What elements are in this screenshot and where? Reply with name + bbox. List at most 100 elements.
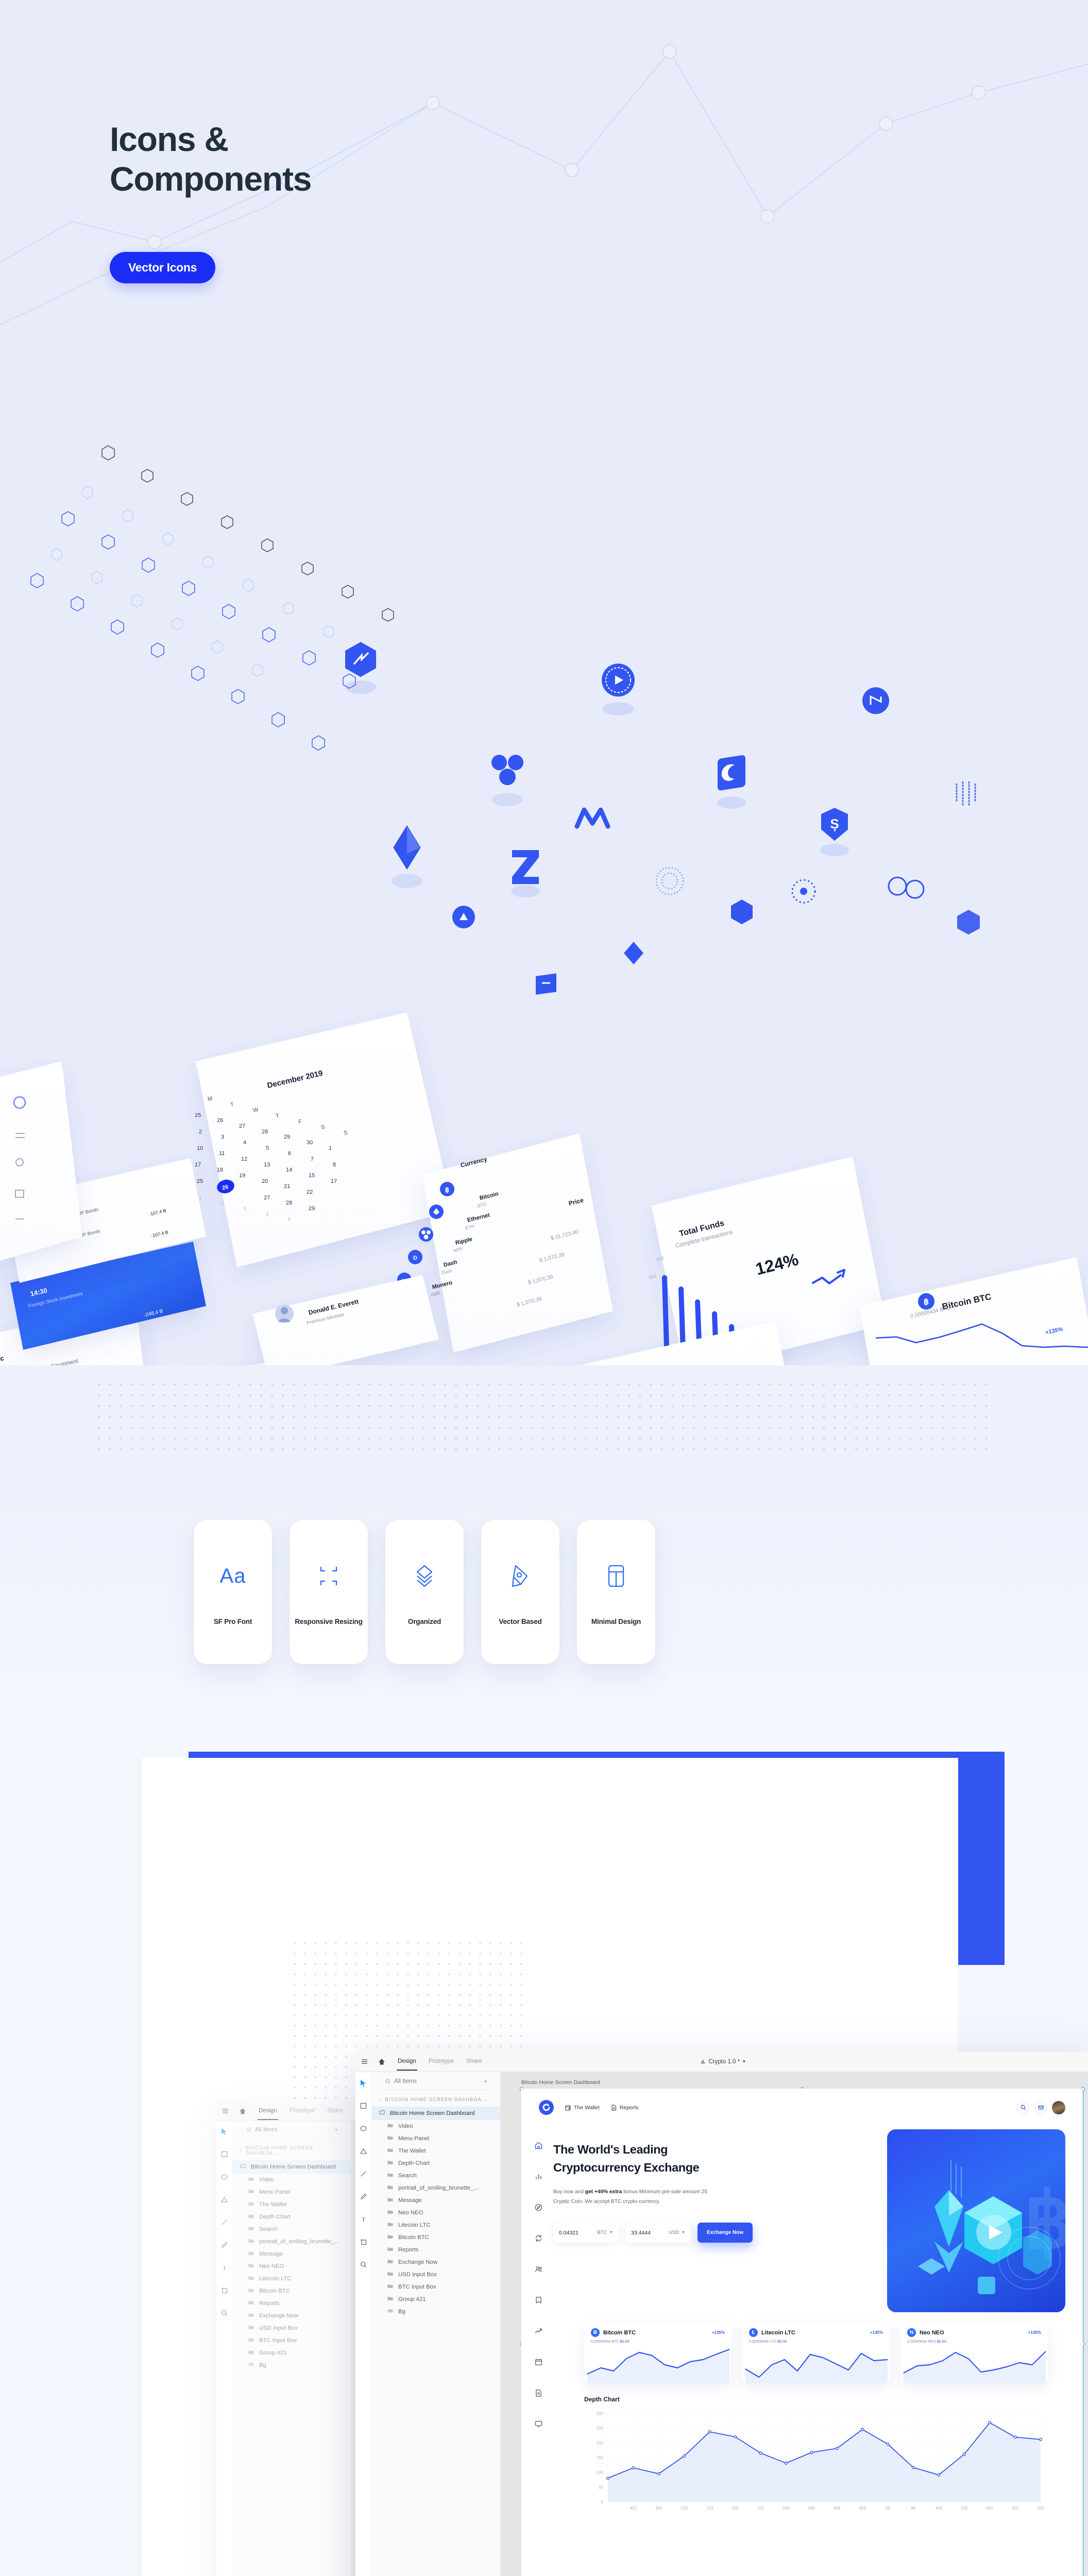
layer-item[interactable]: USD Input Box xyxy=(372,2268,500,2281)
calendar-icon[interactable] xyxy=(535,2358,542,2368)
coin-card-neo[interactable]: N Neo NEO +135% 0.00000434 NEO $0.04 xyxy=(900,2321,1048,2383)
layer-item[interactable]: Depth Chart xyxy=(372,2157,500,2170)
layer-item[interactable]: BTC Input Box xyxy=(372,2281,500,2293)
home-icon[interactable] xyxy=(373,2058,390,2065)
feature-card-minimal-design[interactable]: Minimal Design xyxy=(577,1520,655,1664)
layer-item[interactable]: Group 421 xyxy=(372,2293,500,2306)
layer-item[interactable]: Reports xyxy=(372,2244,500,2256)
hamburger-menu-icon[interactable] xyxy=(216,2108,234,2114)
layer-item[interactable]: Neo NEO xyxy=(233,2260,351,2273)
bar-chart-icon[interactable] xyxy=(535,2173,542,2183)
chevron-down-icon[interactable]: ▾ xyxy=(335,2127,337,2133)
text-tool-icon[interactable]: T xyxy=(221,2264,228,2274)
layer-item[interactable]: Message xyxy=(233,2248,351,2260)
bookmark-icon[interactable] xyxy=(535,2296,542,2307)
coin-card-litecoin[interactable]: Ł Litecoin LTC +135% 0.00000434 LTC $0.0… xyxy=(742,2321,890,2383)
document-name-menu[interactable]: Crypto 1.0 * ▾ xyxy=(700,2059,745,2065)
layers-breadcrumb-back[interactable]: ‹ BITCOIN HOME SCREEN DASHBOA... xyxy=(233,2139,351,2160)
refresh-icon[interactable] xyxy=(535,2234,542,2245)
vector-icons-badge[interactable]: Vector Icons xyxy=(110,252,216,283)
tab-share[interactable]: Share xyxy=(326,2102,344,2120)
layer-item[interactable]: Litecoin LTC xyxy=(233,2273,351,2285)
frame-tool-icon[interactable] xyxy=(221,2287,228,2296)
design-artboard[interactable]: The Wallet Reports The World's Leading C… xyxy=(521,2089,1083,2576)
layer-item[interactable]: Bitcoin BTC xyxy=(233,2285,351,2297)
layer-item[interactable]: Search xyxy=(233,2223,351,2235)
nav-item-reports[interactable]: Reports xyxy=(611,2105,639,2111)
layer-item[interactable]: Bg xyxy=(372,2306,500,2318)
chevron-down-icon[interactable]: ▼ xyxy=(609,2231,613,2234)
triangle-icon[interactable] xyxy=(360,2148,367,2157)
layers-search-back[interactable]: All Items ▾ xyxy=(239,2121,345,2139)
layer-item[interactable]: Group 421 xyxy=(233,2347,351,2359)
search-icon[interactable] xyxy=(1017,2101,1029,2114)
figma-canvas[interactable]: Bitcoin Home Screen Dashboard The Wallet… xyxy=(501,2072,1088,2576)
rectangle-icon[interactable] xyxy=(221,2151,228,2160)
trending-up-icon[interactable] xyxy=(535,2327,542,2337)
triangle-icon[interactable] xyxy=(221,2196,228,2206)
text-tool-icon[interactable]: T xyxy=(360,2216,367,2225)
nav-item-the-wallet[interactable]: The Wallet xyxy=(565,2105,600,2111)
figma-window-foreground[interactable]: Design Prototype Share Crypto 1.0 * ▾ T xyxy=(355,2052,1088,2576)
ellipse-icon[interactable] xyxy=(221,2174,228,2183)
figma-layers-panel[interactable]: All Items ▾ ‹ BITCOIN HOME SCREEN DASHBO… xyxy=(372,2072,501,2576)
chevron-left-icon[interactable]: ‹ xyxy=(379,2097,381,2102)
layer-item[interactable]: Message xyxy=(372,2194,500,2207)
compass-icon[interactable] xyxy=(535,2204,542,2214)
home-icon[interactable] xyxy=(535,2142,542,2152)
pen-tool-icon[interactable] xyxy=(360,2193,367,2202)
layer-item[interactable]: Bitcoin BTC xyxy=(372,2231,500,2244)
cursor-arrow-icon[interactable] xyxy=(360,2079,367,2089)
feature-card-vector-based[interactable]: Vector Based xyxy=(481,1520,559,1664)
coin-card-bitcoin[interactable]: Ƀ Bitcoin BTC +135% 0.00000434 BTC $0.04 xyxy=(584,2321,732,2383)
tab-prototype[interactable]: Prototype xyxy=(288,2102,316,2120)
layer-item[interactable]: Search xyxy=(372,2170,500,2182)
layer-item[interactable]: Reports xyxy=(233,2297,351,2310)
layers-breadcrumb[interactable]: ‹ BITCOIN HOME SCREEN DASHBOA... xyxy=(372,2090,500,2107)
avatar[interactable] xyxy=(1052,2100,1065,2114)
zoom-icon[interactable] xyxy=(360,2261,367,2270)
feature-card-organized[interactable]: Organized xyxy=(385,1520,464,1664)
layer-item[interactable]: Litecoin LTC xyxy=(372,2219,500,2231)
line-icon[interactable] xyxy=(360,2171,367,2180)
exchange-now-button[interactable]: Exchange Now xyxy=(698,2223,753,2243)
mail-icon[interactable] xyxy=(1034,2101,1047,2114)
brand-logo-icon[interactable] xyxy=(539,2100,554,2115)
layer-item[interactable]: USD Input Box xyxy=(233,2322,351,2334)
tab-design[interactable]: Design xyxy=(397,2053,417,2071)
layer-item[interactable]: Menu Panel xyxy=(233,2186,351,2198)
layer-root[interactable]: Bitcoin Home Screen Dashboard xyxy=(372,2107,500,2120)
layer-item[interactable]: Video xyxy=(233,2174,351,2186)
zoom-icon[interactable] xyxy=(221,2310,228,2319)
cursor-arrow-icon[interactable] xyxy=(221,2128,228,2138)
feature-card-sf-pro-font[interactable]: Aa SF Pro Font xyxy=(194,1520,272,1664)
feature-card-responsive-resizing[interactable]: Responsive Resizing xyxy=(290,1520,368,1664)
frame-tool-icon[interactable] xyxy=(360,2239,367,2248)
layer-item[interactable]: Depth Chart xyxy=(233,2211,351,2223)
layer-item[interactable]: Neo NEO xyxy=(372,2207,500,2219)
document-icon[interactable] xyxy=(535,2389,542,2399)
layer-item[interactable]: Exchange Now xyxy=(372,2256,500,2268)
usd-input-box[interactable]: 33.4444 USD ▼ xyxy=(625,2223,691,2243)
layer-item[interactable]: The Wallet xyxy=(372,2145,500,2157)
layers-search[interactable]: All Items ▾ xyxy=(378,2072,494,2090)
tab-prototype[interactable]: Prototype xyxy=(428,2053,455,2071)
tab-share[interactable]: Share xyxy=(465,2053,483,2071)
line-icon[interactable] xyxy=(221,2219,228,2228)
layer-item[interactable]: Menu Panel xyxy=(372,2132,500,2145)
btc-input-box[interactable]: 0.04321 BTC ▼ xyxy=(553,2223,619,2243)
ellipse-icon[interactable] xyxy=(360,2125,367,2134)
layer-item[interactable]: Video xyxy=(372,2120,500,2132)
users-icon[interactable] xyxy=(535,2265,542,2276)
pen-tool-icon[interactable] xyxy=(221,2242,228,2251)
home-icon[interactable] xyxy=(234,2108,251,2115)
rectangle-icon[interactable] xyxy=(360,2103,367,2112)
hamburger-menu-icon[interactable] xyxy=(355,2058,373,2065)
layer-item[interactable]: portrait_of_smiling_brunette_... xyxy=(372,2182,500,2194)
monitor-icon[interactable] xyxy=(535,2420,542,2430)
chevron-down-icon[interactable]: ▼ xyxy=(682,2231,685,2234)
layer-item[interactable]: Bg xyxy=(233,2359,351,2371)
layer-item[interactable]: portrait_of_smiling_brunette_... xyxy=(233,2235,351,2248)
figma-layers-panel-back[interactable]: All Items ▾ ‹ BITCOIN HOME SCREEN DASHBO… xyxy=(233,2121,351,2576)
tab-design[interactable]: Design xyxy=(258,2102,278,2120)
